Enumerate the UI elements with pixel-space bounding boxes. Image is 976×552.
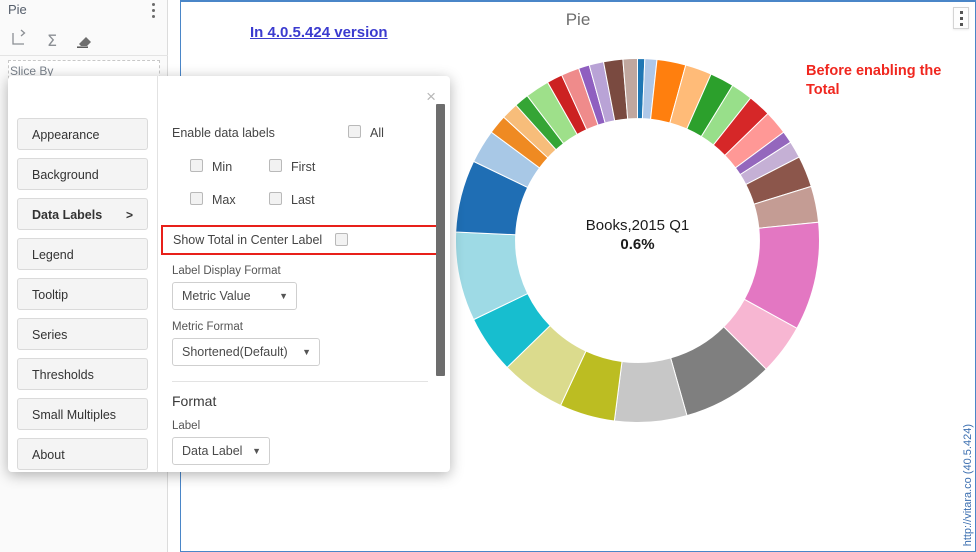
dialog-nav-list: Appearance Background Data Labels > Legend To… [8,76,158,472]
nav-item-label: Legend [32,248,74,262]
max-last-row: Max Last [172,190,428,223]
editor-panel-header: Pie [0,0,168,24]
eraser-icon[interactable] [72,28,96,52]
metric-format-select[interactable]: Shortened(Default) ▼ [172,338,320,366]
metric-format-value: Shortened(Default) [182,345,288,359]
nav-item-label: Appearance [32,128,100,142]
properties-dialog: × Appearance Background Data Labels > Legend… [8,76,450,472]
max-label: Max [212,193,236,207]
nav-item-tooltip[interactable]: Tooltip [17,278,148,310]
nav-item-about[interactable]: About [17,438,148,470]
max-checkbox[interactable] [190,192,203,205]
first-checkbox[interactable] [269,159,282,172]
nav-item-label: About [32,448,65,462]
dialog-scrollbar[interactable] [436,104,445,376]
format-label-select[interactable]: Data Label ▼ [172,437,270,465]
nav-item-thresholds[interactable]: Thresholds [17,358,148,390]
enable-data-labels-row: Enable data labels All [172,124,428,157]
svg-text:Σ: Σ [47,31,57,50]
editor-panel-title: Pie [8,2,27,17]
nav-item-legend[interactable]: Legend [17,238,148,270]
before-total-annotation: Before enabling the Total [806,63,942,98]
nav-item-data-labels[interactable]: Data Labels > [17,198,148,230]
nav-item-label: Thresholds [32,368,94,382]
kebab-menu-icon[interactable] [146,3,160,21]
screenshot-root: Pie Σ Slice By Pie Books,2015 Q1 0.6% In… [0,0,976,552]
version-annotation[interactable]: In 4.0.5.424 version [250,24,388,41]
watermark-text: http://vitara.co (40.5.424) [962,423,974,546]
chevron-down-icon: ▼ [302,347,311,357]
nav-item-label: Tooltip [32,288,69,302]
chevron-down-icon: ▼ [279,291,288,301]
min-first-row: Min First [172,157,428,190]
label-display-format-value: Metric Value [182,289,251,303]
show-total-checkbox[interactable] [335,233,348,246]
format-label-value: Data Label [182,444,243,458]
center-label-value: 0.6% [620,236,655,253]
chevron-right-icon: > [125,208,133,222]
section-divider [172,381,428,382]
donut-center-label: Books,2015 Q1 0.6% [455,216,820,254]
show-total-highlight: Show Total in Center Label [161,225,439,255]
nav-item-small-multiples[interactable]: Small Multiples [17,398,148,430]
chevron-down-icon: ▼ [252,446,261,456]
first-label: First [291,160,316,174]
enable-data-labels-label: Enable data labels [172,126,275,140]
nav-item-label: Small Multiples [32,408,117,422]
show-total-label: Show Total in Center Label [173,233,323,247]
nav-item-label: Series [32,328,68,342]
donut-chart: Books,2015 Q1 0.6% [455,57,820,423]
format-section-heading: Format [172,393,217,409]
canvas-kebab-menu-icon[interactable] [953,7,969,29]
nav-item-label: Data Labels [32,208,103,222]
nav-item-appearance[interactable]: Appearance [17,118,148,150]
all-checkbox[interactable] [348,125,361,138]
sigma-metric-icon[interactable]: Σ [40,28,64,52]
label-display-format-select[interactable]: Metric Value ▼ [172,282,297,310]
derived-attribute-icon[interactable] [8,28,32,52]
nav-item-series[interactable]: Series [17,318,148,350]
min-label: Min [212,160,233,174]
label-display-format-label: Label Display Format [172,265,281,277]
last-checkbox[interactable] [269,192,282,205]
all-label: All [370,126,384,140]
format-label-caption: Label [172,420,201,432]
editor-toolbar: Σ [0,24,168,56]
dialog-body: Enable data labels All Min First Max Las… [158,76,450,472]
min-checkbox[interactable] [190,159,203,172]
nav-item-background[interactable]: Background [17,158,148,190]
last-label: Last [291,193,315,207]
nav-item-label: Background [32,168,99,182]
center-label-name: Books,2015 Q1 [585,217,690,234]
metric-format-label: Metric Format [172,321,243,333]
